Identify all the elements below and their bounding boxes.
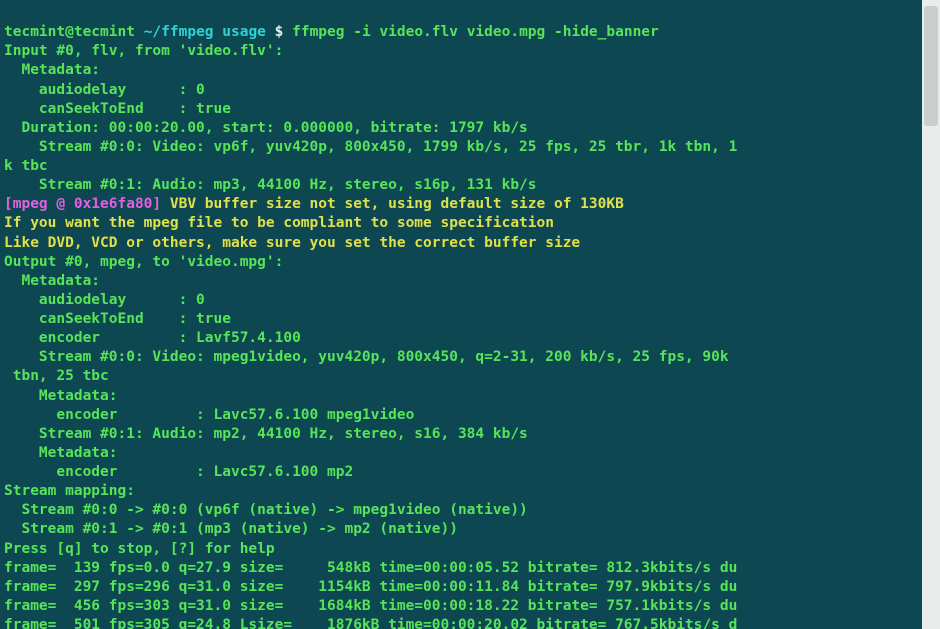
output-line: Metadata: [4,445,118,461]
output-line: Metadata: [4,273,100,289]
output-line: encoder : Lavf57.4.100 [4,330,301,346]
output-line: k tbc [4,158,48,174]
command-text: ffmpeg -i video.flv video.mpg -hide_bann… [292,24,659,40]
prompt-user: tecmint@tecmint [4,24,135,40]
prompt-path: ~/ffmpeg usage [144,24,266,40]
output-line: frame= 456 fps=303 q=31.0 size= 1684kB t… [4,598,737,614]
warn-line: [mpeg @ 0x1e6fa80] VBV buffer size not s… [4,196,624,212]
output-line: If you want the mpeg file to be complian… [4,215,554,231]
output-line: Metadata: [4,388,118,404]
terminal-output[interactable]: tecmint@tecmint ~/ffmpeg usage $ ffmpeg … [0,0,940,629]
output-line: Like DVD, VCD or others, make sure you s… [4,235,580,251]
output-line: tbn, 25 tbc [4,368,109,384]
output-line: encoder : Lavc57.6.100 mpeg1video [4,407,414,423]
output-line: frame= 139 fps=0.0 q=27.9 size= 548kB ti… [4,560,737,576]
output-line: canSeekToEnd : true [4,101,231,117]
output-line: frame= 297 fps=296 q=31.0 size= 1154kB t… [4,579,737,595]
output-line: Input #0, flv, from 'video.flv': [4,43,283,59]
output-line: Stream #0:0: Video: vp6f, yuv420p, 800x4… [4,139,737,155]
output-line: canSeekToEnd : true [4,311,231,327]
output-line: Stream #0:1: Audio: mp2, 44100 Hz, stere… [4,426,528,442]
prompt-space [135,24,144,40]
prompt-line: tecmint@tecmint ~/ffmpeg usage $ ffmpeg … [4,24,659,40]
warn-msg: VBV buffer size not set, using default s… [161,196,624,212]
output-line: audiodelay : 0 [4,82,205,98]
output-line: Press [q] to stop, [?] for help [4,541,275,557]
output-line: Stream #0:0: Video: mpeg1video, yuv420p,… [4,349,729,365]
output-line: Output #0, mpeg, to 'video.mpg': [4,254,283,270]
output-line: Duration: 00:00:20.00, start: 0.000000, … [4,120,528,136]
output-line: Stream #0:1 -> #0:1 (mp3 (native) -> mp2… [4,521,458,537]
output-line: Stream #0:1: Audio: mp3, 44100 Hz, stere… [4,177,537,193]
output-line: Stream #0:0 -> #0:0 (vp6f (native) -> mp… [4,502,528,518]
output-line: audiodelay : 0 [4,292,205,308]
scrollbar[interactable] [922,0,940,629]
prompt-dollar: $ [266,24,292,40]
output-line: encoder : Lavc57.6.100 mp2 [4,464,353,480]
warn-tag: [mpeg @ 0x1e6fa80] [4,196,161,212]
output-line: Stream mapping: [4,483,135,499]
output-line: Metadata: [4,62,100,78]
output-line: frame= 501 fps=305 q=24.8 Lsize= 1876kB … [4,617,737,629]
